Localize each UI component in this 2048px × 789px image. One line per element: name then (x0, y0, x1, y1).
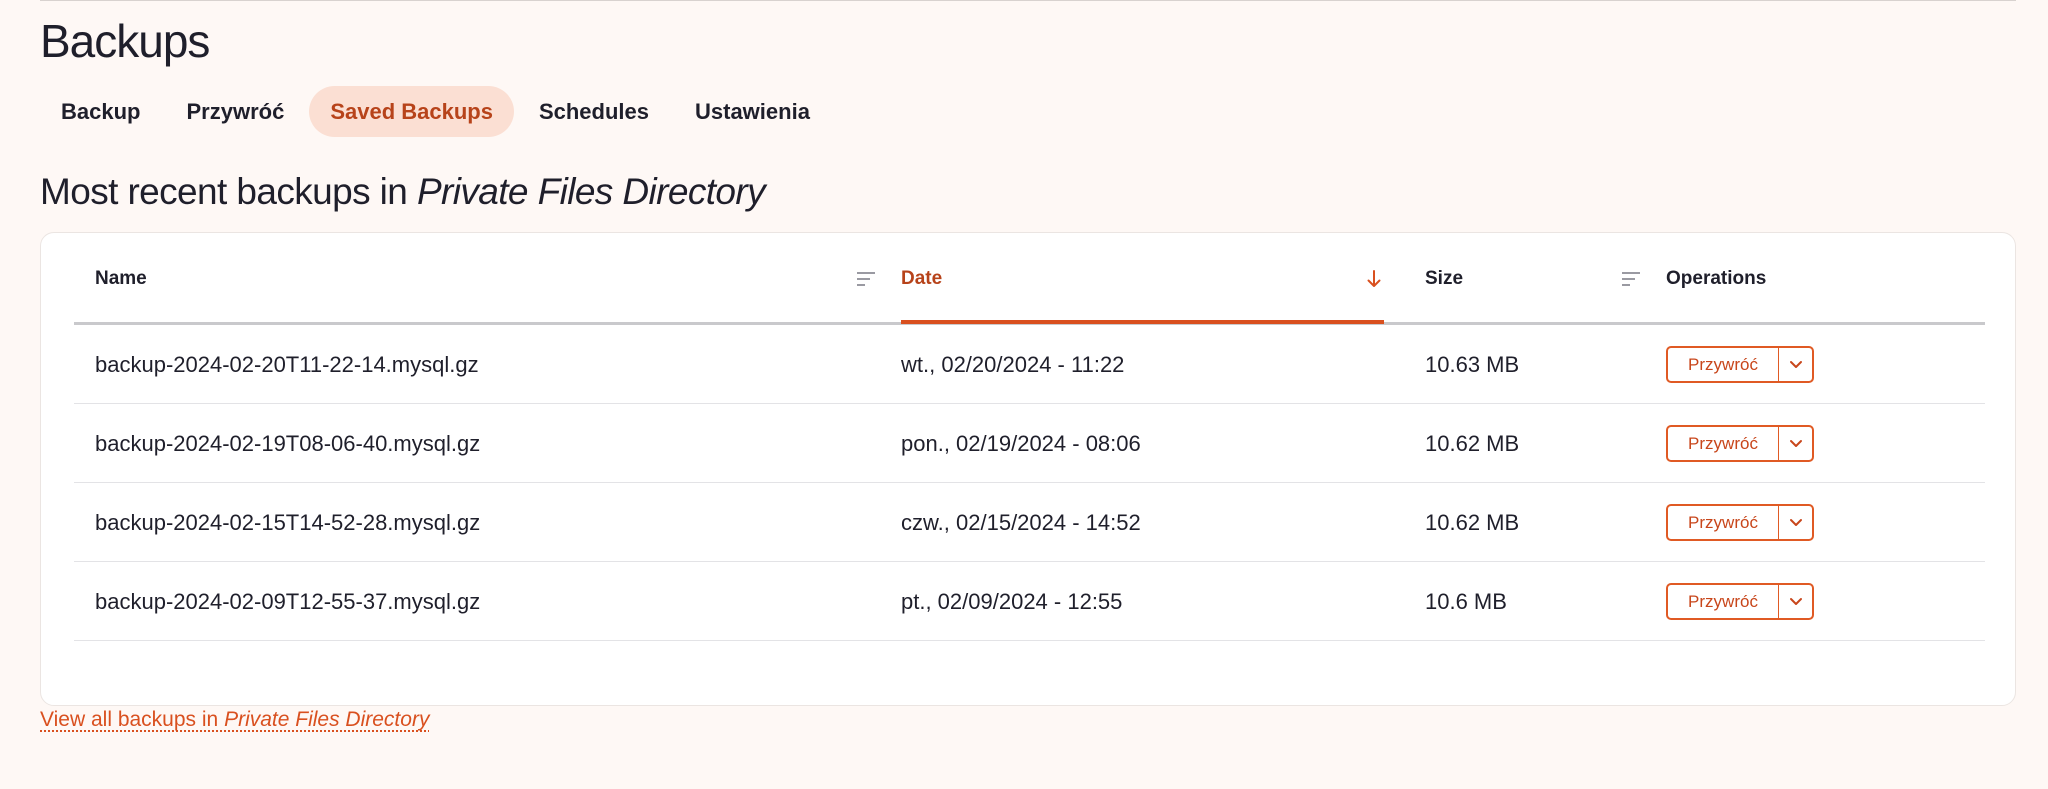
backup-name: backup-2024-02-15T14-52-28.mysql.gz (95, 509, 481, 535)
tab-bar: Backup Przywróć Saved Backups Schedules … (40, 86, 835, 137)
restore-split-button: Przywróć (1666, 504, 1814, 541)
top-divider (40, 0, 2016, 1)
column-header-operations: Operations (1666, 233, 1966, 325)
column-header-operations-label: Operations (1666, 268, 1767, 289)
chevron-down-icon (1789, 598, 1802, 605)
operations-dropdown-toggle[interactable] (1779, 348, 1812, 381)
column-header-size[interactable]: Size (1425, 233, 1640, 325)
page-title: Backups (40, 15, 210, 67)
active-sort-indicator (901, 320, 1384, 324)
backup-size: 10.62 MB (1425, 509, 1520, 535)
backup-date: pt., 02/09/2024 - 12:55 (901, 588, 1123, 614)
restore-split-button: Przywróć (1666, 346, 1814, 383)
tab-backup[interactable]: Backup (40, 86, 161, 137)
view-all-link-location: Private Files Directory (224, 708, 430, 731)
table-row: backup-2024-02-19T08-06-40.mysql.gz pon.… (74, 404, 1985, 483)
tab-schedules[interactable]: Schedules (518, 86, 670, 137)
backup-name: backup-2024-02-20T11-22-14.mysql.gz (95, 351, 479, 377)
table-row: backup-2024-02-15T14-52-28.mysql.gz czw.… (74, 483, 1985, 562)
column-header-name[interactable]: Name (95, 233, 875, 325)
column-header-date[interactable]: Date (901, 233, 1384, 325)
operations-cell: Przywróć (1666, 404, 1814, 483)
restore-button[interactable]: Przywróć (1668, 427, 1779, 460)
chevron-down-icon (1789, 361, 1802, 368)
operations-dropdown-toggle[interactable] (1779, 585, 1812, 618)
backup-size: 10.6 MB (1425, 588, 1507, 614)
backup-date: pon., 02/19/2024 - 08:06 (901, 430, 1141, 456)
restore-button[interactable]: Przywróć (1668, 585, 1779, 618)
sort-icon[interactable] (1622, 272, 1640, 286)
operations-dropdown-toggle[interactable] (1779, 427, 1812, 460)
table-header: Name Date Size Operations (74, 233, 1985, 325)
tab-restore[interactable]: Przywróć (165, 86, 305, 137)
column-header-date-label: Date (901, 268, 943, 289)
section-title: Most recent backups in Private Files Dir… (40, 166, 766, 218)
backups-table: Name Date Size Operations backup-2024-02… (74, 233, 1985, 641)
chevron-down-icon (1789, 440, 1802, 447)
tab-settings[interactable]: Ustawienia (674, 86, 831, 137)
restore-button[interactable]: Przywróć (1668, 348, 1779, 381)
backup-name: backup-2024-02-19T08-06-40.mysql.gz (95, 430, 481, 456)
operations-dropdown-toggle[interactable] (1779, 506, 1812, 539)
backups-card: Name Date Size Operations backup-2024-02… (40, 232, 2016, 706)
backup-size: 10.62 MB (1425, 430, 1520, 456)
restore-split-button: Przywróć (1666, 583, 1814, 620)
backup-date: wt., 02/20/2024 - 11:22 (901, 351, 1125, 377)
operations-cell: Przywróć (1666, 325, 1814, 404)
sort-icon[interactable] (857, 272, 875, 286)
backup-size: 10.63 MB (1425, 351, 1520, 377)
view-all-backups-link[interactable]: View all backups in Private Files Direct… (40, 708, 429, 732)
restore-button[interactable]: Przywróć (1668, 506, 1779, 539)
backup-date: czw., 02/15/2024 - 14:52 (901, 509, 1141, 535)
restore-split-button: Przywróć (1666, 425, 1814, 462)
column-header-size-label: Size (1425, 268, 1464, 289)
table-row: backup-2024-02-20T11-22-14.mysql.gz wt.,… (74, 325, 1985, 404)
operations-cell: Przywróć (1666, 562, 1814, 641)
table-row: backup-2024-02-09T12-55-37.mysql.gz pt.,… (74, 562, 1985, 641)
column-header-name-label: Name (95, 268, 147, 289)
arrow-down-icon[interactable] (1366, 269, 1382, 289)
tab-saved-backups[interactable]: Saved Backups (309, 86, 514, 137)
operations-cell: Przywróć (1666, 483, 1814, 562)
section-title-prefix: Most recent backups in (40, 171, 417, 212)
view-all-link-prefix: View all backups in (40, 708, 225, 731)
chevron-down-icon (1789, 519, 1802, 526)
backup-name: backup-2024-02-09T12-55-37.mysql.gz (95, 588, 481, 614)
section-title-location: Private Files Directory (416, 171, 766, 212)
